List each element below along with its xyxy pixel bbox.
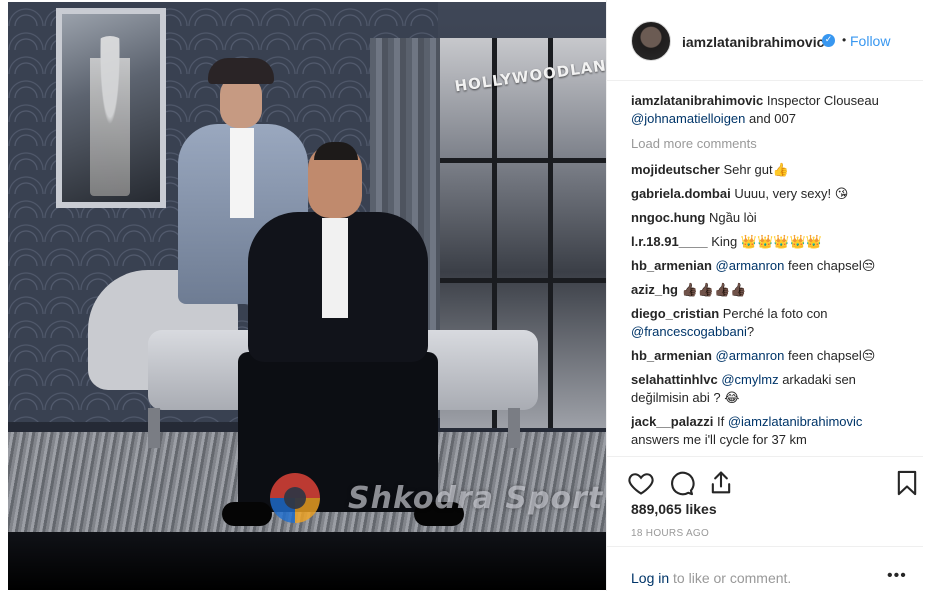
seated-man-hair [314, 142, 358, 160]
comment-username[interactable]: aziz_hg [631, 282, 678, 297]
watermark: Shkodra Sport [270, 470, 603, 526]
standing-man-hat [208, 58, 274, 84]
comment-username[interactable]: mojideutscher [631, 162, 720, 177]
comment-text: Ngầu lòi [705, 210, 757, 225]
share-icon[interactable] [707, 469, 735, 497]
comment-mention[interactable]: @armanron [716, 258, 785, 273]
comment-mention[interactable]: @francescogabbani [631, 324, 747, 339]
window-transom [440, 158, 606, 163]
caption-text-end: and 007 [745, 111, 796, 126]
comment-username[interactable]: gabriela.dombai [631, 186, 731, 201]
post-photo[interactable]: HOLLYWOODLAND Shkodra Sport [8, 2, 606, 590]
comment-text: Uuuu, very sexy! 😘 [730, 186, 849, 201]
comment-rows: mojideutscher Sehr gut👍 gabriela.dombai U… [631, 161, 901, 449]
seated-man-shirt [322, 218, 348, 318]
post-actions: 889,065 likes 18 HOURS AGO Log in to lik… [607, 456, 923, 589]
comment-text: If [713, 414, 728, 429]
watermark-text: Shkodra Sport [348, 480, 604, 516]
heart-icon[interactable] [627, 469, 655, 497]
comment-text: 👍🏿👍🏿👍🏿👍🏿 [677, 282, 747, 297]
comment-row: hb_armenian @armanron feen chapsel😒 [631, 347, 901, 365]
comment-row: diego_cristian Perché la foto con @franc… [631, 305, 901, 341]
comment-row: jack__palazzi If @iamzlatanibrahimovic a… [631, 413, 901, 449]
photo-wall-portrait [56, 8, 166, 208]
comment-row: l.r.18.91____ King 👑👑👑👑👑 [631, 233, 901, 251]
comment-row: selahattinhlvc @cmylmz arkadaki sen deği… [631, 371, 901, 407]
likes-count[interactable]: 889,065 likes [631, 501, 717, 517]
comment-username[interactable]: selahattinhlvc [631, 372, 718, 387]
login-link[interactable]: Log in [631, 570, 669, 586]
comments-list[interactable]: iamzlatanibrahimovic Inspector Clouseau … [631, 92, 901, 454]
post-caption: iamzlatanibrahimovic Inspector Clouseau … [631, 92, 901, 128]
post-header: iamzlatanibrahimovic ✓ • Follow [607, 0, 923, 81]
comment-row: mojideutscher Sehr gut👍 [631, 161, 901, 179]
comment-text-end: answers me i'll cycle for 37 km [631, 432, 807, 447]
caption-username[interactable]: iamzlatanibrahimovic [631, 93, 763, 108]
window-mullion [548, 38, 553, 428]
caption-text: Inspector Clouseau [763, 93, 879, 108]
comment-username[interactable]: nngoc.hung [631, 210, 705, 225]
avatar[interactable] [631, 21, 671, 61]
comment-mention[interactable]: @iamzlatanibrahimovic [728, 414, 863, 429]
seated-man-shoe [222, 502, 272, 526]
verified-icon: ✓ [822, 34, 835, 47]
photo-portrait-figure [90, 36, 130, 196]
header-username[interactable]: iamzlatanibrahimovic [682, 34, 824, 50]
comment-text: Sehr gut👍 [719, 162, 789, 177]
comment-username[interactable]: l.r.18.91____ [631, 234, 708, 249]
header-separator: • [842, 33, 847, 47]
bookmark-icon[interactable] [893, 469, 921, 497]
load-more-comments-button[interactable]: Load more comments [631, 135, 901, 153]
login-prompt-text: to like or comment. [669, 570, 792, 586]
comment-row: hb_armenian @armanron feen chapsel😒 [631, 257, 901, 275]
comment-icon[interactable] [667, 469, 695, 497]
instagram-post: HOLLYWOODLAND Shkodra Sport iamzlatanibr… [0, 0, 929, 591]
caption-mention[interactable]: @johnamatielloigen [631, 111, 745, 126]
sofa-leg [148, 408, 160, 448]
comment-username[interactable]: hb_armenian [631, 258, 712, 273]
comment-mention[interactable]: @armanron [716, 348, 785, 363]
comment-text-end: feen chapsel😒 [784, 348, 876, 363]
more-options-icon[interactable]: ••• [887, 567, 907, 585]
comment-text-end: feen chapsel😒 [784, 258, 876, 273]
comment-mention[interactable]: @cmylmz [721, 372, 778, 387]
comment-row: nngoc.hung Ngầu lòi [631, 209, 901, 227]
login-bar: Log in to like or comment. ••• [607, 546, 923, 590]
comment-text-end: ? [746, 324, 755, 339]
comment-username[interactable]: jack__palazzi [631, 414, 713, 429]
comment-username[interactable]: hb_armenian [631, 348, 712, 363]
comment-row: aziz_hg 👍🏿👍🏿👍🏿👍🏿 [631, 281, 901, 299]
follow-button[interactable]: Follow [850, 33, 890, 49]
sofa-leg [508, 408, 520, 448]
comment-text: Perché la foto con [719, 306, 828, 321]
comment-username[interactable]: diego_cristian [631, 306, 719, 321]
post-timestamp[interactable]: 18 HOURS AGO [631, 528, 709, 539]
login-prompt: Log in to like or comment. [631, 570, 791, 586]
watermark-logo-icon [270, 473, 320, 523]
comment-row: gabriela.dombai Uuuu, very sexy! 😘 [631, 185, 901, 203]
post-sidebar: iamzlatanibrahimovic ✓ • Follow iamzlata… [606, 0, 929, 591]
comment-text: King 👑👑👑👑👑 [707, 234, 822, 249]
